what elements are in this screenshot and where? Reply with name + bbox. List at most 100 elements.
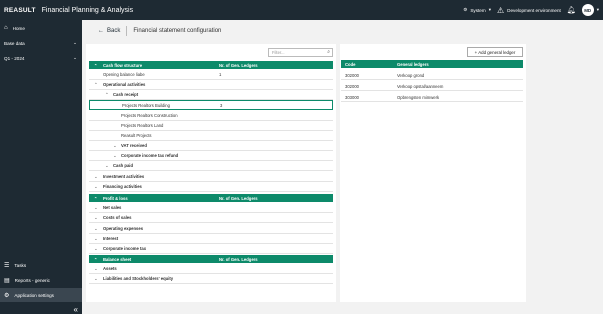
filter-input[interactable]: Filter... ⌕ (268, 48, 333, 57)
table-row[interactable]: 303000 Opbrengsten mimwerk (341, 92, 523, 102)
table-row[interactable]: ⌄ Interest (89, 234, 333, 244)
table-row[interactable]: Opening balance liabe 1 (89, 70, 333, 80)
row-label: Net sales (103, 205, 122, 210)
column-header: Nr. of Gen. Ledgers (219, 256, 258, 262)
ledgers-table-header: Code General ledgers (341, 60, 523, 68)
chevron-up-icon: ⌃ (94, 62, 98, 68)
sidebar-item-application-settings[interactable]: ⚙ Application settings (0, 288, 82, 302)
sidebar-item-period[interactable]: Q1 - 2024 ⌄ (0, 51, 82, 65)
table-row[interactable]: 302000 Verkoop grond (341, 70, 523, 80)
chevron-up-icon: ⌃ (94, 195, 98, 201)
table-row[interactable]: Reasult Projects (89, 131, 333, 141)
gear-icon: ⚙ (4, 292, 10, 299)
brand-logo: REASULT (4, 6, 36, 14)
sidebar-item-reports[interactable]: ▤ Reports - generic (0, 273, 82, 287)
chevron-down-icon: ⌄ (94, 173, 98, 179)
sidebar-item-tasks[interactable]: ☰ Tasks (0, 258, 82, 272)
back-button[interactable]: ← Back (98, 28, 120, 34)
bell-icon[interactable]: 🔔︎ (567, 6, 576, 14)
top-right-controls: ⚙ System ▾ ⚠ Development environment 🔔︎ … (463, 0, 599, 20)
sidebar-item-label: Tasks (14, 262, 27, 268)
table-row[interactable]: ⌃ Cash receipt (89, 90, 333, 100)
chevron-down-icon: ▾ (596, 7, 599, 12)
row-label: Projects Realtors Land (121, 123, 164, 128)
environment-indicator: ⚠ Development environment (497, 6, 561, 15)
app-title: Financial Planning & Analysis (41, 6, 134, 14)
row-label: Liabilities and Stockholders' equity (103, 276, 174, 281)
table-row[interactable]: ⌄ Costs of sales (89, 213, 333, 223)
chevron-down-icon: ⌄ (94, 225, 98, 231)
column-header-code: Code (345, 61, 356, 67)
chevron-down-icon: ▾ (488, 7, 491, 12)
section-title: Balance sheet (103, 256, 132, 262)
ledger-name: Opbrengsten mimwerk (397, 94, 440, 100)
table-row[interactable]: Projects Realtors Land (89, 121, 333, 131)
chevron-down-icon: ⌄ (94, 235, 98, 241)
ledger-code: 302000 (345, 72, 359, 78)
table-row[interactable]: ⌄ Financing activities (89, 182, 333, 192)
table-row[interactable]: Projects Realtors Construction (89, 111, 333, 121)
row-label: Interest (103, 236, 119, 241)
table-row[interactable]: Projects Realtors Building 3 (89, 100, 333, 110)
add-general-ledger-button[interactable]: + Add general ledger (467, 47, 523, 57)
table-row[interactable]: 302000 Verkoop opstal/aanneem (341, 81, 523, 91)
report-icon: ▤ (4, 277, 10, 284)
column-header-name: General ledgers (397, 61, 429, 67)
environment-label: Development environment (507, 7, 561, 13)
table-row[interactable]: ⌄ Investment activities (89, 172, 333, 182)
table-row[interactable]: ⌄ VAT received (89, 141, 333, 151)
row-label: Projects Realtors Construction (121, 113, 178, 118)
chevron-up-icon: ⌃ (105, 91, 109, 97)
sidebar-item-label: Application settings (14, 292, 54, 298)
sidebar-item-label: Home (12, 25, 25, 31)
table-row[interactable]: ⌄ Cash paid (89, 161, 333, 171)
row-label: Corporate income tax (103, 246, 147, 251)
row-label: Cash receipt (113, 92, 139, 97)
ledger-name: Verkoop opstal/aanneem (397, 83, 444, 89)
chevron-down-icon: ⌄ (94, 214, 98, 220)
table-row[interactable]: ⌃ Operational activities (89, 80, 333, 90)
user-menu[interactable]: MD ▾ (581, 4, 599, 16)
row-label: Financing activities (103, 184, 142, 189)
table-row[interactable]: ⌄ Corporate income tax (89, 244, 333, 254)
row-label: Opening balance liabe (103, 72, 145, 77)
row-count: 1 (219, 72, 222, 77)
column-header: Nr. of Gen. Ledgers (219, 62, 258, 68)
table-row[interactable]: ⌄ Operating expenses (89, 224, 333, 234)
system-menu[interactable]: ⚙ System ▾ (463, 7, 491, 13)
sidebar-item-label: Reports - generic (14, 277, 50, 283)
chevron-down-icon: ⌄ (94, 183, 98, 189)
chevron-down-icon: ⌄ (73, 40, 77, 45)
table-row[interactable]: ⌄ Assets (89, 264, 333, 274)
row-label: Operational activities (103, 82, 146, 87)
home-icon: ⌂ (4, 25, 8, 31)
sidebar-item-base-data[interactable]: Base data ⌄ (0, 36, 82, 50)
column-header: Nr. of Gen. Ledgers (219, 195, 258, 201)
section-title: Cash flow structure (103, 62, 143, 68)
list-icon: ☰ (4, 262, 10, 269)
collapse-sidebar-icon[interactable]: « (74, 305, 78, 314)
sidebar-item-home[interactable]: ⌂ Home (0, 21, 82, 35)
chevron-down-icon: ⌄ (113, 142, 117, 148)
row-label: Reasult Projects (121, 133, 152, 138)
ledger-code: 303000 (345, 94, 359, 100)
section-title: Profit & loss (103, 195, 128, 201)
sidebar: ⌂ Home Base data ⌄ Q1 - 2024 ⌄ ☰ Tasks ▤… (0, 20, 82, 314)
table-row[interactable]: ⌄ Net sales (89, 203, 333, 213)
warning-icon: ⚠ (497, 5, 505, 15)
cash-flow-header[interactable]: ⌃ Cash flow structure Nr. of Gen. Ledger… (89, 61, 333, 69)
profit-loss-header[interactable]: ⌃ Profit & loss Nr. of Gen. Ledgers (89, 194, 333, 202)
row-label: Cash paid (113, 163, 134, 168)
gear-icon: ⚙ (463, 7, 468, 12)
chevron-down-icon: ⌄ (73, 55, 77, 60)
system-label: System (470, 7, 486, 13)
chevron-up-icon: ⌃ (94, 256, 98, 262)
table-row[interactable]: ⌄ Liabilities and Stockholders' equity (89, 274, 333, 284)
top-bar: REASULT Financial Planning & Analysis ⚙ … (0, 0, 603, 20)
chevron-down-icon: ⌄ (113, 152, 117, 158)
balance-sheet-header[interactable]: ⌃ Balance sheet Nr. of Gen. Ledgers (89, 255, 333, 263)
table-row[interactable]: ⌄ Corporate income tax refund (89, 151, 333, 161)
chevron-down-icon: ⌄ (94, 275, 98, 281)
sidebar-item-label: Base data (4, 40, 25, 46)
chevron-down-icon: ⌄ (94, 245, 98, 251)
